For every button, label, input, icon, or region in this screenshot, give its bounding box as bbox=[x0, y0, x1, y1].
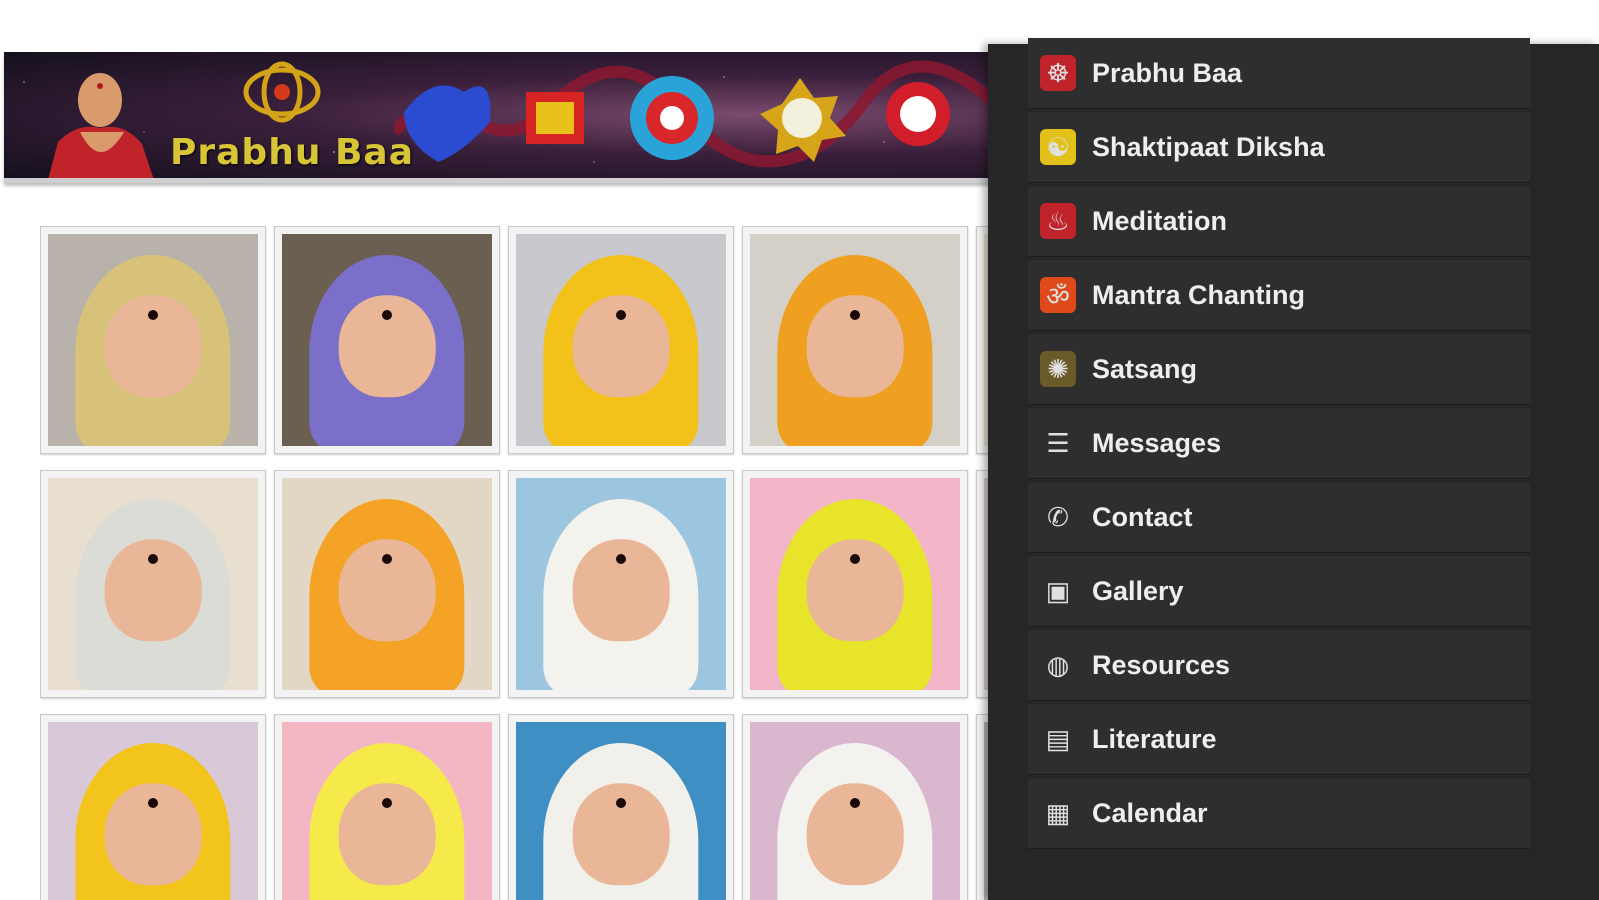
portrait-photo bbox=[282, 722, 492, 900]
banner-title: Prabhu Baa bbox=[170, 132, 415, 173]
gallery-photo-tile[interactable] bbox=[40, 470, 266, 698]
menu-item-label: Shaktipaat Diksha bbox=[1092, 131, 1325, 162]
calendar-icon: ▦ bbox=[1045, 797, 1071, 828]
gallery-photo-tile[interactable] bbox=[742, 714, 968, 900]
portrait-photo bbox=[750, 234, 960, 446]
menu-item-label: Literature bbox=[1092, 723, 1217, 754]
gallery-photo-tile[interactable] bbox=[274, 226, 500, 454]
portrait-photo bbox=[516, 478, 726, 690]
menu-item-calendar[interactable]: ▦ Calendar bbox=[1028, 778, 1530, 849]
menu-item-label: Calendar bbox=[1092, 797, 1208, 828]
gallery-photo-tile[interactable] bbox=[508, 470, 734, 698]
list-icon: ☰ bbox=[1046, 427, 1070, 458]
om-emblem-logo bbox=[243, 61, 321, 123]
menu-item-label: Meditation bbox=[1092, 205, 1227, 236]
menu-item-label: Mantra Chanting bbox=[1092, 279, 1305, 310]
menu-item-satsang[interactable]: ✺ Satsang bbox=[1028, 334, 1530, 405]
portrait-photo bbox=[282, 478, 492, 690]
menu-item-contact[interactable]: ✆ Contact bbox=[1028, 482, 1530, 553]
guru-portrait-icon: ☸ bbox=[1040, 55, 1076, 91]
menu-item-label: Resources bbox=[1092, 649, 1231, 680]
meditation-figure-icon: ♨ bbox=[1040, 203, 1076, 239]
portrait-photo bbox=[48, 478, 258, 690]
menu-item-label: Prabhu Baa bbox=[1092, 57, 1243, 88]
gallery-photo-tile[interactable] bbox=[508, 714, 734, 900]
gallery-photo-tile[interactable] bbox=[742, 226, 968, 454]
gallery-photo-tile[interactable] bbox=[274, 714, 500, 900]
header-banner: Prabhu Baa bbox=[4, 52, 1004, 183]
book-icon: ▤ bbox=[1045, 723, 1071, 754]
gallery-photo-tile[interactable] bbox=[742, 470, 968, 698]
side-drawer-menu: ☸ Prabhu Baa ☯ Shaktipaat Diksha ♨ Meditation… bbox=[988, 38, 1599, 900]
gallery-photo-tile[interactable] bbox=[40, 226, 266, 454]
menu-item-label: Satsang bbox=[1092, 353, 1198, 384]
meditating-figure-icon: ☯ bbox=[1040, 129, 1076, 165]
portrait-photo bbox=[516, 722, 726, 900]
portrait-photo bbox=[48, 234, 258, 446]
menu-item-literature[interactable]: ▤ Literature bbox=[1028, 704, 1530, 775]
portrait-photo bbox=[750, 478, 960, 690]
menu-item-gallery[interactable]: ▣ Gallery bbox=[1028, 556, 1530, 627]
guru-portrait bbox=[48, 73, 154, 178]
menu-item-shaktipaat-diksha[interactable]: ☯ Shaktipaat Diksha bbox=[1028, 112, 1530, 183]
menu-item-messages[interactable]: ☰ Messages bbox=[1028, 408, 1530, 479]
menu-item-label: Gallery bbox=[1092, 575, 1184, 606]
globe-icon: ◍ bbox=[1046, 649, 1070, 680]
gallery-photo-tile[interactable] bbox=[274, 470, 500, 698]
navigation-menu: ☸ Prabhu Baa ☯ Shaktipaat Diksha ♨ Meditation… bbox=[1028, 38, 1530, 852]
photo-gallery-grid bbox=[40, 226, 1000, 900]
om-symbol-icon: ॐ bbox=[1040, 277, 1076, 313]
menu-item-label: Contact bbox=[1092, 501, 1193, 532]
portrait-photo bbox=[516, 234, 726, 446]
menu-item-prabhu-baa[interactable]: ☸ Prabhu Baa bbox=[1028, 38, 1530, 109]
portrait-photo bbox=[48, 722, 258, 900]
gallery-photo-tile[interactable] bbox=[508, 226, 734, 454]
phone-icon: ✆ bbox=[1047, 501, 1069, 532]
portrait-photo bbox=[282, 234, 492, 446]
portrait-photo bbox=[750, 722, 960, 900]
chakra-symbols-decoration bbox=[394, 60, 1004, 168]
gallery-photo-tile[interactable] bbox=[40, 714, 266, 900]
menu-item-resources[interactable]: ◍ Resources bbox=[1028, 630, 1530, 701]
image-icon: ▣ bbox=[1045, 575, 1071, 606]
menu-item-label: Messages bbox=[1092, 427, 1222, 458]
menu-item-mantra-chanting[interactable]: ॐ Mantra Chanting bbox=[1028, 260, 1530, 331]
menu-item-meditation[interactable]: ♨ Meditation bbox=[1028, 186, 1530, 257]
satsang-figure-icon: ✺ bbox=[1040, 351, 1076, 387]
